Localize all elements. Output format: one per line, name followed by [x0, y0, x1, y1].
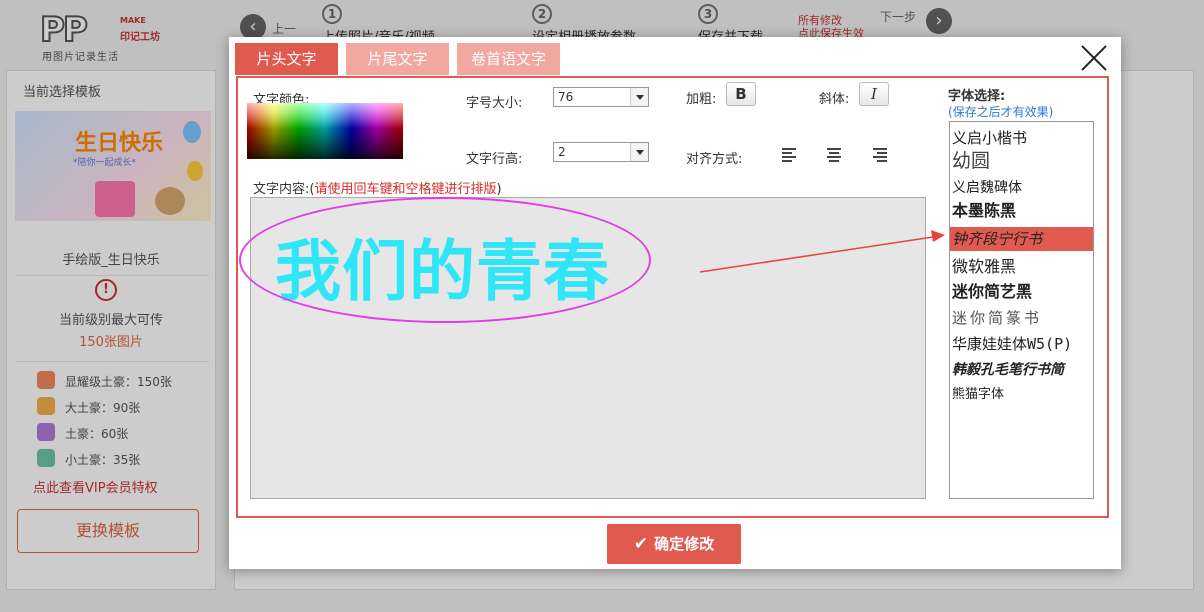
line-height-value: 2: [558, 145, 566, 159]
font-option[interactable]: 韩毅孔毛笔行书简: [950, 358, 1093, 382]
align-center-icon[interactable]: [823, 145, 845, 165]
font-option[interactable]: 华康娃娃体W5(P): [950, 332, 1093, 356]
tab-opening-text[interactable]: 片头文字: [235, 43, 338, 75]
font-option[interactable]: 迷你简艺黑: [950, 280, 1093, 304]
font-option[interactable]: 本墨陈黑: [950, 199, 1093, 223]
annotation-ellipse: [239, 197, 651, 323]
font-option[interactable]: 迷你简篆书: [950, 306, 1093, 330]
line-height-label: 文字行高:: [466, 152, 523, 167]
close-icon[interactable]: [1077, 41, 1111, 75]
font-option[interactable]: 义启魏碑体: [950, 176, 1093, 200]
checkmark-icon: ✔: [633, 534, 649, 554]
font-size-select[interactable]: 76: [553, 87, 649, 107]
confirm-changes-label: 确定修改: [654, 535, 715, 553]
font-option-selected[interactable]: 钟齐段宁行书: [950, 227, 1093, 251]
font-size-value: 76: [558, 90, 574, 104]
font-option[interactable]: 义启小楷书: [950, 126, 1093, 150]
font-option[interactable]: 熊猫字体: [950, 383, 1093, 407]
bold-label: 加粗:: [686, 92, 717, 107]
font-select-note: (保存之后才有效果): [948, 105, 1054, 119]
font-select-title: 字体选择:: [948, 89, 1006, 104]
chevron-down-icon: [630, 143, 648, 161]
content-label-prefix: 文字内容:(: [253, 182, 315, 197]
bold-button[interactable]: B: [726, 82, 756, 106]
alignment-label: 对齐方式:: [686, 152, 743, 167]
italic-label: 斜体:: [819, 92, 850, 107]
tab-preface-text[interactable]: 卷首语文字: [457, 43, 560, 75]
align-left-icon[interactable]: [779, 145, 801, 165]
font-option[interactable]: 幼圆: [950, 150, 1093, 174]
color-palette[interactable]: [247, 103, 403, 159]
confirm-changes-button[interactable]: ✔ 确定修改: [607, 524, 741, 564]
tab-ending-text[interactable]: 片尾文字: [346, 43, 449, 75]
content-label: 文字内容:(请使用回车键和空格键进行排版): [253, 178, 502, 197]
content-label-hint: 请使用回车键和空格键进行排版: [314, 182, 497, 197]
font-list[interactable]: 义启小楷书 幼圆 义启魏碑体 本墨陈黑 钟齐段宁行书 微软雅黑 迷你简艺黑 迷你…: [949, 121, 1094, 499]
text-edit-dialog: 片头文字 片尾文字 卷首语文字 文字颜色: 字号大小: 76 文字行高: 2 加…: [229, 37, 1121, 569]
font-option[interactable]: 微软雅黑: [950, 255, 1093, 279]
chevron-down-icon: [630, 88, 648, 106]
content-label-suffix: ): [496, 182, 502, 197]
italic-button[interactable]: I: [859, 82, 889, 106]
align-right-icon[interactable]: [868, 145, 890, 165]
line-height-select[interactable]: 2: [553, 142, 649, 162]
font-size-label: 字号大小:: [466, 96, 523, 111]
